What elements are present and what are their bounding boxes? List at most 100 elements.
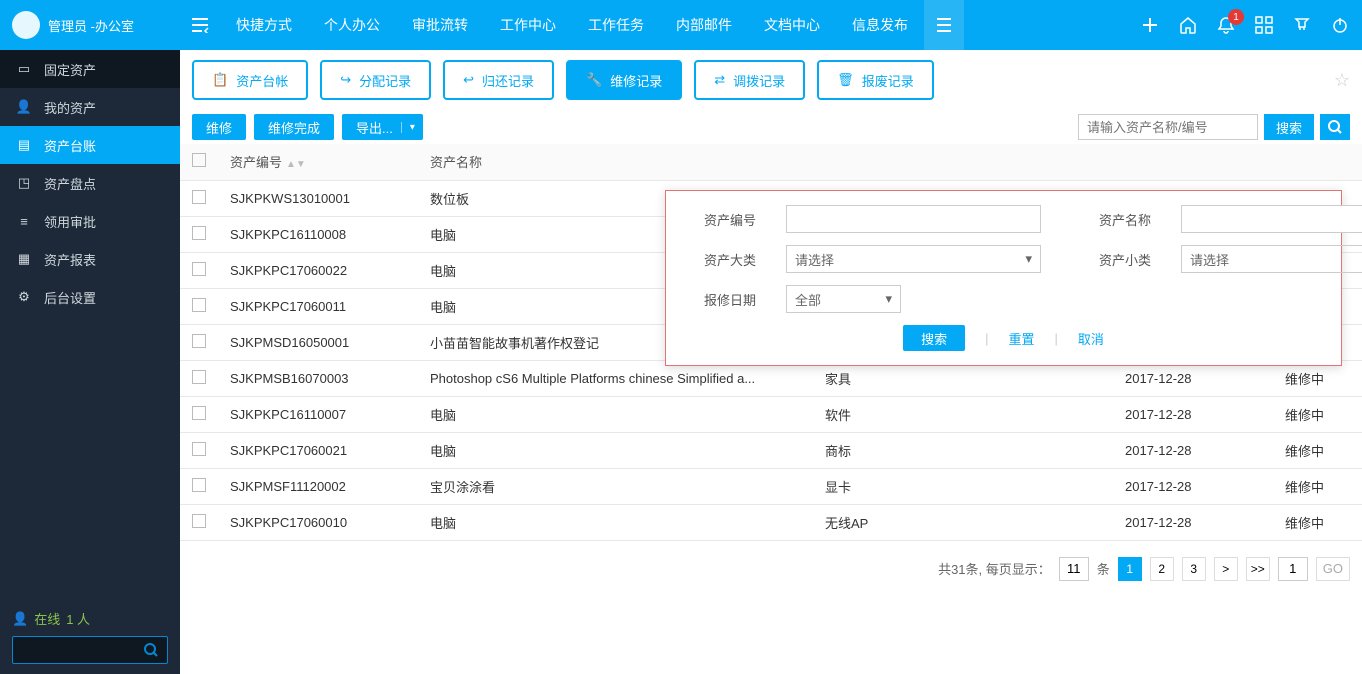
menu-personal[interactable]: 个人办公 xyxy=(308,0,396,50)
filter-name-input[interactable] xyxy=(1181,205,1362,233)
tab-transfer[interactable]: ⇄调拨记录 xyxy=(694,60,805,100)
per-page-input[interactable] xyxy=(1059,557,1089,581)
tab-return[interactable]: ↩归还记录 xyxy=(443,60,554,100)
power-icon[interactable] xyxy=(1328,13,1352,37)
menu-docs[interactable]: 文档中心 xyxy=(748,0,836,50)
sidebar-item-ledger[interactable]: ▤资产台账 xyxy=(0,126,180,164)
cell-status: 维修中 xyxy=(1273,468,1362,504)
tab-ledger[interactable]: 📋资产台帐 xyxy=(192,60,308,100)
chevron-down-icon: ▾ xyxy=(885,291,892,307)
search-input[interactable] xyxy=(1078,114,1258,140)
theme-icon[interactable] xyxy=(1290,13,1314,37)
main-content: 📋资产台帐 ↪分配记录 ↩归还记录 🔧维修记录 ⇄调拨记录 🗑报废记录 ☆ 维修… xyxy=(180,50,1362,674)
row-checkbox[interactable] xyxy=(192,370,206,384)
menu-more-icon[interactable] xyxy=(924,0,964,50)
cell-name: 宝贝涂涂看 xyxy=(418,468,813,504)
apps-icon[interactable] xyxy=(1252,13,1276,37)
sort-icon[interactable]: ▲▼ xyxy=(286,159,306,170)
row-checkbox[interactable] xyxy=(192,190,206,204)
favorite-icon[interactable]: ☆ xyxy=(1334,70,1350,91)
page-1[interactable]: 1 xyxy=(1118,557,1142,581)
row-checkbox[interactable] xyxy=(192,478,206,492)
asset-icon: ▭ xyxy=(16,61,32,77)
tab-allocate[interactable]: ↪分配记录 xyxy=(320,60,431,100)
wrench-icon: 🔧 xyxy=(586,72,602,88)
cell-date: 2017-12-28 xyxy=(1113,396,1273,432)
row-checkbox[interactable] xyxy=(192,406,206,420)
sidebar-item-approval[interactable]: ≡领用审批 xyxy=(0,202,180,240)
sidebar-item-report[interactable]: ▦资产报表 xyxy=(0,240,180,278)
cell-code: SJKPMSF11120002 xyxy=(218,468,418,504)
sidebar-item-fixed-assets[interactable]: ▭固定资产 xyxy=(0,50,180,88)
top-menu: 快捷方式 个人办公 审批流转 工作中心 工作任务 内部邮件 文档中心 信息发布 xyxy=(220,0,964,50)
row-checkbox[interactable] xyxy=(192,514,206,528)
tab-scrap[interactable]: 🗑报废记录 xyxy=(817,60,934,100)
repair-button[interactable]: 维修 xyxy=(192,114,246,140)
filter-subcat-select[interactable]: 请选择▾ xyxy=(1181,245,1362,273)
search-expand-button[interactable] xyxy=(1320,114,1350,140)
menu-tasks[interactable]: 工作任务 xyxy=(572,0,660,50)
tab-maintain[interactable]: 🔧维修记录 xyxy=(566,60,682,100)
online-status: 👤在线 1 人 xyxy=(12,609,168,628)
row-checkbox[interactable] xyxy=(192,442,206,456)
filter-cancel-link[interactable]: 取消 xyxy=(1078,329,1104,348)
menu-quick[interactable]: 快捷方式 xyxy=(220,0,308,50)
cell-code: SJKPKWS13010001 xyxy=(218,180,418,216)
pagination: 共31条, 每页显示： 条 1 2 3 > >> GO xyxy=(180,541,1362,597)
menu-toggle-icon[interactable] xyxy=(180,0,220,50)
sidebar-search[interactable] xyxy=(12,636,168,664)
user-name: 管理员 -办公室 xyxy=(48,16,134,35)
menu-publish[interactable]: 信息发布 xyxy=(836,0,924,50)
user-section: 管理员 -办公室 xyxy=(0,11,180,39)
row-checkbox[interactable] xyxy=(192,298,206,312)
table-row[interactable]: SJKPKPC16110007电脑软件2017-12-28维修中 xyxy=(180,396,1362,432)
cell-name: 电脑 xyxy=(418,504,813,540)
filter-date-select[interactable]: 全部▾ xyxy=(786,285,901,313)
table-row[interactable]: SJKPMSF11120002宝贝涂涂看显卡2017-12-28维修中 xyxy=(180,468,1362,504)
cell-cat: 无线AP xyxy=(813,504,1113,540)
home-icon[interactable] xyxy=(1176,13,1200,37)
page-next[interactable]: > xyxy=(1214,557,1238,581)
sidebar-item-my-assets[interactable]: 👤我的资产 xyxy=(0,88,180,126)
scrap-icon: 🗑 xyxy=(837,72,854,88)
go-button[interactable]: GO xyxy=(1316,557,1350,581)
avatar[interactable] xyxy=(12,11,40,39)
export-button[interactable]: 导出... xyxy=(342,114,423,140)
cell-date: 2017-12-28 xyxy=(1113,468,1273,504)
row-checkbox[interactable] xyxy=(192,262,206,276)
row-checkbox[interactable] xyxy=(192,226,206,240)
menu-mail[interactable]: 内部邮件 xyxy=(660,0,748,50)
menu-approval[interactable]: 审批流转 xyxy=(396,0,484,50)
sidebar: ▭固定资产 👤我的资产 ▤资产台账 ◳资产盘点 ≡领用审批 ▦资产报表 ⚙后台设… xyxy=(0,50,180,674)
menu-workcenter[interactable]: 工作中心 xyxy=(484,0,572,50)
top-icons: 1 xyxy=(1138,13,1352,37)
filter-panel: 资产编号 资产名称 资产大类请选择▾ 资产小类请选择▾ 报修日期全部▾ 搜索 |… xyxy=(665,190,1342,366)
filter-search-button[interactable]: 搜索 xyxy=(903,325,965,351)
cell-date: 2017-12-28 xyxy=(1113,504,1273,540)
table-row[interactable]: SJKPKPC17060021电脑商标2017-12-28维修中 xyxy=(180,432,1362,468)
inventory-icon: ◳ xyxy=(16,175,32,191)
report-icon: ▦ xyxy=(16,251,32,267)
plus-icon[interactable] xyxy=(1138,13,1162,37)
cell-cat: 软件 xyxy=(813,396,1113,432)
row-checkbox[interactable] xyxy=(192,334,206,348)
cell-code: SJKPMSD16050001 xyxy=(218,324,418,360)
search-button[interactable]: 搜索 xyxy=(1264,114,1314,140)
filter-code-input[interactable] xyxy=(786,205,1041,233)
notification-badge: 1 xyxy=(1228,9,1244,25)
return-icon: ↩ xyxy=(463,72,474,88)
select-all-checkbox[interactable] xyxy=(192,153,206,167)
sidebar-item-settings[interactable]: ⚙后台设置 xyxy=(0,278,180,316)
page-last[interactable]: >> xyxy=(1246,557,1270,581)
sidebar-item-inventory[interactable]: ◳资产盘点 xyxy=(0,164,180,202)
filter-reset-link[interactable]: 重置 xyxy=(1008,329,1034,348)
repair-done-button[interactable]: 维修完成 xyxy=(254,114,334,140)
page-3[interactable]: 3 xyxy=(1182,557,1206,581)
goto-input[interactable] xyxy=(1278,557,1308,581)
bell-icon[interactable]: 1 xyxy=(1214,13,1238,37)
filter-cat-select[interactable]: 请选择▾ xyxy=(786,245,1041,273)
table-row[interactable]: SJKPKPC17060010电脑无线AP2017-12-28维修中 xyxy=(180,504,1362,540)
cell-status: 维修中 xyxy=(1273,396,1362,432)
page-2[interactable]: 2 xyxy=(1150,557,1174,581)
chevron-down-icon: ▾ xyxy=(1025,251,1032,267)
